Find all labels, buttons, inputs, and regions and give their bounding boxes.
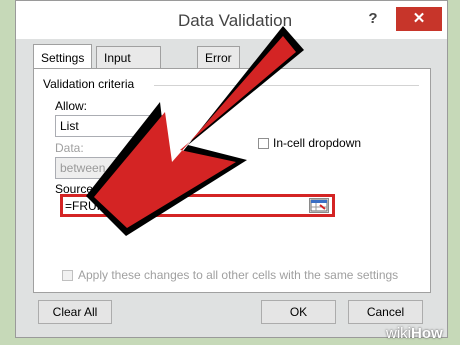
wikihow-watermark: wikiHow xyxy=(386,325,443,342)
dialog-title: Data Validation xyxy=(178,11,293,30)
in-cell-dropdown-label: In-cell dropdown xyxy=(273,136,362,150)
close-button[interactable]: ✕ xyxy=(396,7,442,31)
tab-error-alert[interactable]: Error Alert xyxy=(197,46,240,87)
in-cell-dropdown-checkbox[interactable] xyxy=(258,138,269,149)
data-dropdown[interactable]: between xyxy=(55,157,163,179)
watermark-wiki: wiki xyxy=(386,325,411,342)
watermark-how: How xyxy=(411,325,443,342)
data-label: Data: xyxy=(55,141,84,155)
validation-criteria-label: Validation criteria xyxy=(43,77,135,91)
title-bar: Data Validation ? ✕ xyxy=(16,1,447,39)
source-input[interactable]: =FRUITS xyxy=(65,198,305,214)
group-divider xyxy=(154,85,419,86)
ok-button[interactable]: OK xyxy=(261,300,336,324)
data-validation-dialog: Data Validation ? ✕ Settings Input Messa… xyxy=(15,0,448,338)
allow-dropdown[interactable]: List xyxy=(55,115,163,137)
tab-settings[interactable]: Settings xyxy=(33,44,93,68)
apply-all-label: Apply these changes to all other cells w… xyxy=(78,268,399,282)
help-button[interactable]: ? xyxy=(361,9,385,29)
range-selector-icon[interactable] xyxy=(309,198,329,213)
tab-input-message[interactable]: Input Message xyxy=(96,46,161,87)
cancel-button[interactable]: Cancel xyxy=(348,300,423,324)
source-field[interactable]: =FRUITS xyxy=(60,194,335,217)
clear-all-button[interactable]: Clear All xyxy=(38,300,112,324)
settings-panel: Validation criteria Allow: List In-cell … xyxy=(33,68,431,293)
allow-label: Allow: xyxy=(55,99,88,113)
apply-all-checkbox[interactable] xyxy=(62,270,73,281)
